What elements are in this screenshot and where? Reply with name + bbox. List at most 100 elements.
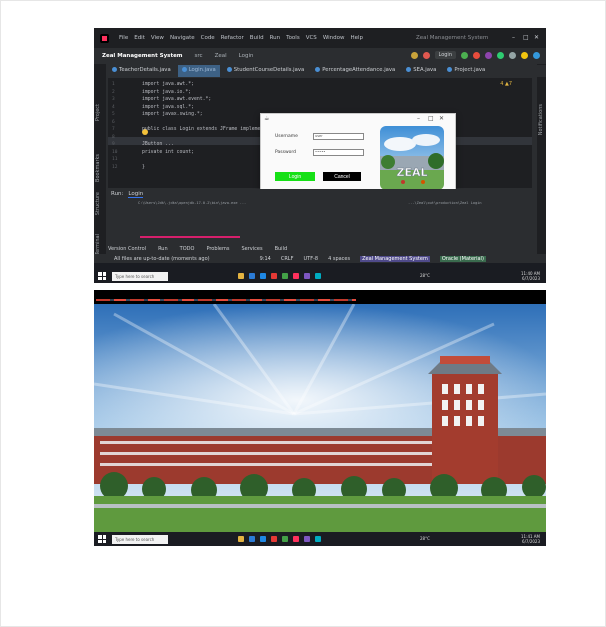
user-icon[interactable]: [410, 51, 418, 59]
database-status-tag[interactable]: Oracle (Material): [439, 255, 486, 262]
edge-icon-2[interactable]: [249, 536, 255, 542]
settings-icon[interactable]: [533, 51, 540, 59]
editor-tab[interactable]: TeacherDetails.java: [108, 65, 175, 77]
search-icon[interactable]: [509, 51, 516, 59]
bottom-tool-tab[interactable]: TODO: [180, 246, 195, 252]
mail-icon-2[interactable]: [271, 536, 277, 542]
java-cup-icon: ☕: [264, 115, 270, 122]
java-class-icon: [406, 67, 412, 72]
chrome-icon[interactable]: [282, 273, 288, 279]
store-icon[interactable]: [315, 273, 321, 279]
teams-icon[interactable]: [304, 273, 310, 279]
minimize-icon[interactable]: –: [512, 34, 515, 41]
intellij-taskbar-icon-2[interactable]: [293, 536, 299, 542]
menu-item[interactable]: Navigate: [170, 35, 195, 41]
system-clock-2[interactable]: 11:41 AM 6/7/2023: [521, 534, 540, 544]
menu-item[interactable]: Window: [323, 35, 345, 41]
vscode-icon-2[interactable]: [260, 536, 266, 542]
dialog-close-icon[interactable]: ✕: [439, 115, 444, 122]
intellij-taskbar-icon[interactable]: [293, 273, 299, 279]
breadcrumb-src[interactable]: src: [195, 53, 203, 59]
editor-tab[interactable]: PercentageAttendance.java: [311, 65, 399, 77]
windows-start-icon[interactable]: [98, 272, 106, 280]
username-label: Username: [275, 134, 298, 139]
menu-item[interactable]: View: [151, 35, 164, 41]
run-tool-window: Run: Login C:\Users\Jdk\.jdks\openjdk-17…: [108, 189, 536, 241]
weather-widget-2[interactable]: 28°C: [420, 536, 430, 541]
run-configuration-select[interactable]: Login: [434, 51, 456, 59]
project-tool-tab[interactable]: Project: [95, 104, 101, 121]
hammer-icon[interactable]: [422, 51, 430, 59]
status-message[interactable]: All files are up-to-date (moments ago): [114, 256, 210, 262]
weather-widget[interactable]: 28°C: [420, 273, 430, 278]
dialog-minimize-icon[interactable]: –: [417, 115, 420, 122]
right-tool-window-bar: Notifications: [537, 64, 546, 254]
run-progress-bar: [140, 236, 240, 238]
cancel-button[interactable]: Cancel: [323, 172, 361, 181]
editor-tab[interactable]: SEA.java: [402, 65, 440, 77]
java-class-icon: [447, 67, 453, 72]
inspection-widget[interactable]: 4 ▲7: [500, 81, 512, 87]
menu-item[interactable]: Run: [270, 35, 281, 41]
profile-icon[interactable]: [485, 51, 492, 59]
taskbar-search-input-2[interactable]: Type here to search: [112, 534, 168, 544]
debug-icon[interactable]: [473, 51, 480, 59]
system-clock[interactable]: 11:40 AM 6/7/2023: [521, 271, 540, 281]
run-icon[interactable]: [461, 51, 468, 59]
run-tab-login[interactable]: Login: [128, 191, 144, 198]
menu-item[interactable]: Edit: [134, 35, 145, 41]
vscode-icon[interactable]: [260, 273, 266, 279]
editor-tab[interactable]: Project.java: [443, 65, 489, 77]
file-explorer-icon[interactable]: [238, 273, 244, 279]
clock-date: 6/7/2023: [522, 275, 540, 281]
editor-tab[interactable]: Login.java: [177, 65, 220, 77]
terminal-tool-tab[interactable]: Terminal: [95, 234, 101, 255]
maximize-icon[interactable]: □: [523, 34, 529, 41]
file-encoding[interactable]: UTF-8: [303, 256, 318, 262]
menu-item[interactable]: Tools: [286, 35, 300, 41]
caret-position[interactable]: 9:14: [260, 256, 271, 262]
dialog-maximize-icon[interactable]: □: [428, 115, 434, 122]
line-number: 11: [112, 157, 118, 162]
bottom-tool-tab[interactable]: Problems: [206, 246, 229, 252]
windows-start-icon-2[interactable]: [98, 535, 106, 543]
project-name[interactable]: Zeal Management System: [102, 53, 183, 59]
breadcrumb-login[interactable]: Login: [239, 53, 254, 59]
close-icon[interactable]: ✕: [534, 34, 539, 41]
notifications-tool-tab[interactable]: Notifications: [538, 104, 544, 135]
line-number: 3: [112, 97, 115, 102]
password-input[interactable]: •••••: [313, 149, 364, 156]
campus-screenshot: Type here to search 28°C 11:41 AM 6/7/20…: [94, 290, 546, 546]
teams-icon-2[interactable]: [304, 536, 310, 542]
bottom-tool-tab[interactable]: Version Control: [108, 246, 146, 252]
line-separator[interactable]: CRLF: [281, 256, 294, 262]
line-number: 6: [112, 119, 115, 125]
bookmarks-tool-tab[interactable]: Bookmarks: [95, 154, 101, 182]
coverage-icon[interactable]: [497, 51, 504, 59]
login-button[interactable]: Login: [275, 172, 315, 181]
editor-tab[interactable]: StudentCourseDetails.java: [223, 65, 309, 77]
menu-item[interactable]: File: [119, 35, 128, 41]
bottom-tool-tab[interactable]: Services: [241, 246, 262, 252]
menu-item[interactable]: Refactor: [221, 35, 244, 41]
project-status-tag[interactable]: Zeal Management System: [360, 255, 430, 262]
indent-setting[interactable]: 4 spaces: [328, 256, 350, 262]
menu-bar: File Edit View Navigate Code Refactor Build Run…: [94, 28, 546, 48]
menu-item[interactable]: Build: [250, 35, 264, 41]
edge-icon[interactable]: [249, 273, 255, 279]
bottom-tool-tab[interactable]: Run: [158, 246, 168, 252]
jetbrains-ai-icon[interactable]: [521, 51, 528, 59]
bottom-tool-tab[interactable]: Build: [275, 246, 288, 252]
store-icon-2[interactable]: [315, 536, 321, 542]
menu-item[interactable]: Help: [351, 35, 364, 41]
mail-icon[interactable]: [271, 273, 277, 279]
username-input[interactable]: user: [313, 133, 364, 140]
menu-item[interactable]: Code: [201, 35, 215, 41]
menu-item[interactable]: VCS: [306, 35, 317, 41]
breadcrumb-zeal[interactable]: Zeal: [215, 53, 227, 59]
title-bar-fragments: [96, 299, 356, 301]
chrome-icon-2[interactable]: [282, 536, 288, 542]
file-explorer-icon-2[interactable]: [238, 536, 244, 542]
taskbar-search-input[interactable]: Type here to search: [112, 271, 168, 281]
structure-tool-tab[interactable]: Structure: [95, 192, 101, 215]
